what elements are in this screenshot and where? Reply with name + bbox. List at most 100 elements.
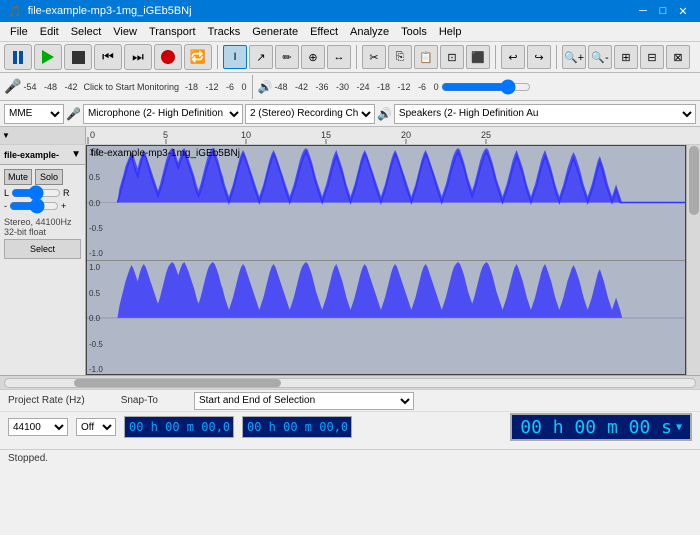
svg-text:15: 15 xyxy=(321,130,331,140)
undo-button[interactable]: ↩ xyxy=(501,45,525,69)
scale-bottom-0.0: 0.0 xyxy=(89,314,114,323)
vertical-scrollbar[interactable] xyxy=(686,145,700,375)
draw-tool-button[interactable]: ✏ xyxy=(275,45,299,69)
horizontal-scrollbar[interactable] xyxy=(0,375,700,389)
trim-button[interactable]: ⊡ xyxy=(440,45,464,69)
track-info: Stereo, 44100Hz 32-bit float xyxy=(0,215,85,239)
vertical-scrollbar-thumb[interactable] xyxy=(689,146,699,215)
timeshift-tool-icon: ↔ xyxy=(334,51,345,63)
waveform-top-svg: // Generate waveform path inline via SVG… xyxy=(87,146,685,260)
track-sample-rate: Stereo, 44100Hz xyxy=(4,217,81,227)
track-select-button[interactable]: Select xyxy=(4,239,81,259)
skip-start-button[interactable]: ⏮ xyxy=(94,44,122,70)
zoom-full-button[interactable]: ⊟ xyxy=(640,45,664,69)
menu-help[interactable]: Help xyxy=(433,25,468,39)
output-device-select[interactable]: Speakers (2- High Definition Au xyxy=(394,104,696,124)
record-button[interactable] xyxy=(154,44,182,70)
loop-icon: 🔁 xyxy=(190,49,206,65)
skip-end-icon: ⏭ xyxy=(132,49,144,65)
svg-text:5: 5 xyxy=(163,130,168,140)
output-volume-slider[interactable] xyxy=(441,81,531,93)
scale-bottom-1.0: 1.0 xyxy=(89,263,114,272)
envelope-tool-icon: ↗ xyxy=(256,51,265,64)
ruler-spacer: ▼ xyxy=(0,127,86,144)
menu-transport[interactable]: Transport xyxy=(143,25,202,39)
monitoring-text: Click to Start Monitoring xyxy=(79,82,183,92)
gain-slider[interactable] xyxy=(9,201,59,211)
input-ticks: -18 -12 -6 0 xyxy=(185,82,247,92)
toolbar-separator-3 xyxy=(495,45,496,69)
menu-effect[interactable]: Effect xyxy=(304,25,344,39)
menu-file[interactable]: File xyxy=(4,25,34,39)
lr-slider-row: L R xyxy=(4,188,81,198)
menu-tools[interactable]: Tools xyxy=(395,25,433,39)
skip-end-button[interactable]: ⏭ xyxy=(124,44,152,70)
toolbar-separator-2 xyxy=(356,45,357,69)
host-select[interactable]: MME xyxy=(4,104,64,124)
play-button[interactable] xyxy=(34,44,62,70)
bottom-row-labels: Project Rate (Hz) Snap-To Start and End … xyxy=(0,390,700,412)
mic-input-icon: 🎤 xyxy=(66,107,81,121)
project-rate-select[interactable]: 44100 xyxy=(8,418,68,436)
status-text: Stopped. xyxy=(8,453,48,464)
track-bit-depth: 32-bit float xyxy=(4,227,81,237)
timeshift-tool-button[interactable]: ↔ xyxy=(327,45,351,69)
zoom-in-button[interactable]: 🔍+ xyxy=(562,45,586,69)
input-device-select[interactable]: Microphone (2- High Definition xyxy=(83,104,243,124)
track-controls: Mute Solo L R - + xyxy=(0,165,85,215)
input-level-label: -54 -48 -42 xyxy=(23,82,77,92)
zoom-tool-button[interactable]: ⊕ xyxy=(301,45,325,69)
zoom-out-button[interactable]: 🔍- xyxy=(588,45,612,69)
waveform-display[interactable]: file-example-mp3-1mg_iGEb5BNj 1.0 0.5 0.… xyxy=(86,145,686,375)
snap-select[interactable]: Off xyxy=(76,418,116,436)
copy-button[interactable]: ⎘ xyxy=(388,45,412,69)
menu-edit[interactable]: Edit xyxy=(34,25,65,39)
svg-text:25: 25 xyxy=(481,130,491,140)
envelope-tool-button[interactable]: ↗ xyxy=(249,45,273,69)
selection-tool-button[interactable]: I xyxy=(223,45,247,69)
menu-generate[interactable]: Generate xyxy=(246,25,304,39)
scale-top-0.0: 0.0 xyxy=(89,199,114,208)
solo-button[interactable]: Solo xyxy=(35,169,63,185)
mute-solo-row: Mute Solo xyxy=(4,169,81,185)
menu-tracks[interactable]: Tracks xyxy=(202,25,247,39)
scrollbar-track[interactable] xyxy=(4,378,696,388)
transport-toolbar: ⏮ ⏭ 🔁 I ↗ ✏ ⊕ ↔ ✂ ⎘ 📋 ⊡ ⬛ ↩ ↪ 🔍+ 🔍- ⊞ ⊟ … xyxy=(0,42,700,73)
channel-select[interactable]: 2 (Stereo) Recording Chann xyxy=(245,104,375,124)
device-toolbar: MME 🎤 Microphone (2- High Definition 2 (… xyxy=(0,101,700,127)
end-time-input[interactable] xyxy=(242,416,352,438)
track-menu-icon[interactable]: ▼ xyxy=(71,149,81,160)
left-label: L xyxy=(4,188,9,198)
redo-button[interactable]: ↪ xyxy=(527,45,551,69)
menu-view[interactable]: View xyxy=(107,25,143,39)
scale-top-n0.5: -0.5 xyxy=(89,224,114,233)
time-menu-icon[interactable]: ▼ xyxy=(676,422,682,433)
play-icon xyxy=(42,50,54,64)
cut-button[interactable]: ✂ xyxy=(362,45,386,69)
pan-slider[interactable] xyxy=(11,188,61,198)
start-time-input[interactable] xyxy=(124,416,234,438)
svg-text:0: 0 xyxy=(90,130,95,140)
scrollbar-thumb[interactable] xyxy=(74,379,281,387)
close-button[interactable]: ✕ xyxy=(674,2,692,20)
right-label: R xyxy=(63,188,70,198)
maximize-button[interactable]: □ xyxy=(654,2,672,20)
silence-button[interactable]: ⬛ xyxy=(466,45,490,69)
svg-text:10: 10 xyxy=(241,130,251,140)
pause-button[interactable] xyxy=(4,44,32,70)
loop-button[interactable]: 🔁 xyxy=(184,44,212,70)
paste-button[interactable]: 📋 xyxy=(414,45,438,69)
zoom-fit-button[interactable]: ⊞ xyxy=(614,45,638,69)
zoom-sel-button[interactable]: ⊠ xyxy=(666,45,690,69)
snap-label: Snap-To xyxy=(121,395,158,406)
stop-button[interactable] xyxy=(64,44,92,70)
menu-analyze[interactable]: Analyze xyxy=(344,25,395,39)
zoom-tool-icon: ⊕ xyxy=(308,51,317,64)
mute-button[interactable]: Mute xyxy=(4,169,32,185)
track-header: file-example- ▼ xyxy=(0,145,85,165)
minimize-button[interactable]: ─ xyxy=(634,2,652,20)
waveform-top-channel: 1.0 0.5 0.0 -0.5 -1.0 // Generate wavefo… xyxy=(87,146,685,261)
big-time-value: 00 h 00 m 00 s xyxy=(520,417,672,438)
menu-select[interactable]: Select xyxy=(65,25,108,39)
selection-format-select[interactable]: Start and End of Selection Start and Len… xyxy=(194,392,414,410)
